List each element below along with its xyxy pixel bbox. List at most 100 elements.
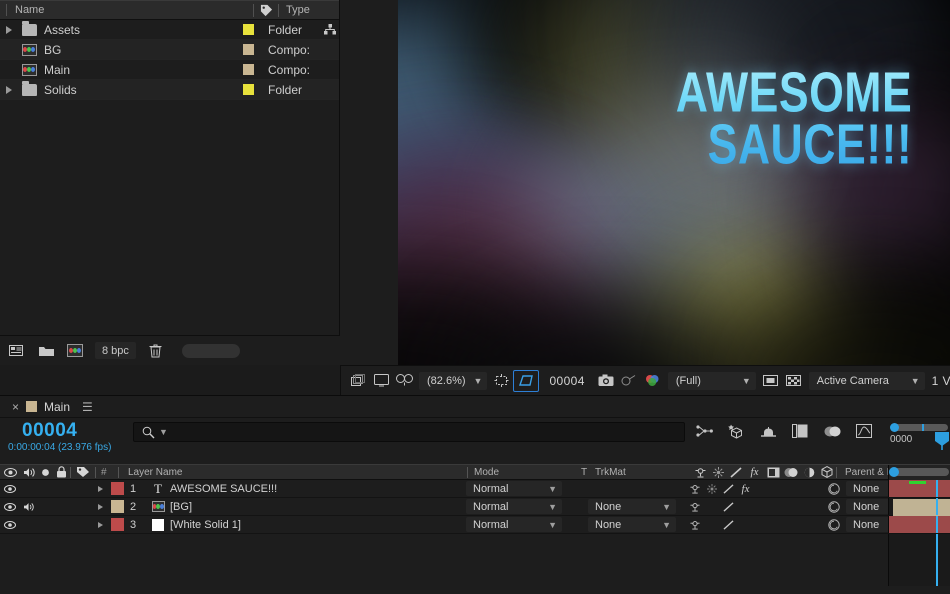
layer-audio-toggle[interactable] <box>20 480 38 497</box>
3d-glasses-icon[interactable] <box>393 369 416 393</box>
3d-layer-icon[interactable] <box>818 465 836 479</box>
layer-label-swatch[interactable] <box>108 480 126 497</box>
composition-canvas[interactable]: AWESOME SAUCE!!! <box>398 0 950 365</box>
layer-effects-switch[interactable]: fx <box>737 480 754 497</box>
column-mode[interactable]: Mode <box>468 465 575 479</box>
project-item-row[interactable]: Main Compo: <box>0 60 339 80</box>
eye-icon[interactable] <box>0 465 20 479</box>
layer-shy-switch[interactable] <box>686 516 703 533</box>
view-layout-value[interactable]: 1 V <box>928 374 950 388</box>
region-of-interest-box-icon[interactable] <box>759 369 782 393</box>
layer-solo-toggle[interactable] <box>38 516 54 533</box>
layer-name[interactable]: [BG] <box>168 498 463 515</box>
layer-label-swatch[interactable] <box>108 516 126 533</box>
timeline-search-field[interactable]: ▼ <box>133 422 685 442</box>
graph-editor-icon[interactable] <box>855 422 873 440</box>
label-color-swatch[interactable] <box>235 24 261 35</box>
column-track-matte-t[interactable]: T <box>575 465 593 479</box>
layer-video-toggle[interactable] <box>0 480 20 497</box>
lock-icon[interactable] <box>52 465 70 479</box>
layer-track-matte-cell[interactable] <box>586 480 686 497</box>
column-name[interactable]: Name <box>6 4 253 16</box>
new-composition-icon[interactable] <box>66 343 84 359</box>
label-color-swatch[interactable] <box>235 84 261 95</box>
timeline-ruler[interactable] <box>888 465 950 481</box>
disclosure-triangle-icon[interactable] <box>0 86 18 94</box>
layer-shy-switch[interactable] <box>686 498 703 515</box>
motion-blur-icon[interactable] <box>782 465 800 479</box>
frame-blending-icon[interactable] <box>791 422 809 440</box>
search-input[interactable] <box>172 426 684 438</box>
close-icon[interactable]: × <box>12 401 19 413</box>
label-color-swatch[interactable] <box>235 44 261 55</box>
camera-snapshot-icon[interactable] <box>595 369 618 393</box>
layer-quality-switch[interactable] <box>720 498 737 515</box>
motion-blur-icon[interactable] <box>823 422 841 440</box>
project-item-row[interactable]: Assets Folder <box>0 20 339 40</box>
layer-mode-dropdown[interactable]: Normal▼ <box>463 498 570 515</box>
interpret-footage-icon[interactable] <box>8 343 26 359</box>
effects-fx-icon[interactable]: fx <box>745 465 764 479</box>
layer-track-area[interactable] <box>888 480 950 497</box>
show-snapshot-icon[interactable] <box>618 369 641 393</box>
column-type[interactable]: Type <box>279 4 339 16</box>
current-time-display[interactable]: 00004 <box>22 420 77 442</box>
layer-track-matte-dropdown[interactable]: None▼ <box>586 516 686 533</box>
layer-duration-bar[interactable] <box>889 516 950 533</box>
parent-pick-whip-icon[interactable] <box>822 480 846 497</box>
layer-video-toggle[interactable] <box>0 516 20 533</box>
layer-lock-toggle[interactable] <box>54 516 70 533</box>
layer-lock-toggle[interactable] <box>54 480 70 497</box>
layer-lock-toggle[interactable] <box>54 498 70 515</box>
solo-dot-icon[interactable] <box>38 465 52 479</box>
column-number[interactable]: # <box>96 465 118 479</box>
layer-quality-switch[interactable] <box>720 516 737 533</box>
layer-track-matte-dropdown[interactable]: None▼ <box>586 498 686 515</box>
resolution-dropdown[interactable]: (Full) ▼ <box>668 372 756 390</box>
column-layer-name[interactable]: Layer Name <box>119 465 467 479</box>
magnification-dropdown[interactable]: (82.6%) ▼ <box>419 372 487 390</box>
region-of-interest-icon[interactable] <box>490 369 513 393</box>
timeline-empty-area[interactable] <box>0 534 950 586</box>
draft-3d-icon[interactable] <box>727 422 745 440</box>
view-camera-dropdown[interactable]: Active Camera ▼ <box>809 372 925 390</box>
layer-disclosure-icon[interactable] <box>92 480 108 497</box>
label-tag-icon[interactable] <box>253 4 279 17</box>
quality-icon[interactable] <box>727 465 745 479</box>
duration-bar[interactable] <box>891 468 949 476</box>
layer-name[interactable]: AWESOME SAUCE!!! <box>168 480 463 497</box>
layer-video-toggle[interactable] <box>0 498 20 515</box>
timeline-tab-label[interactable]: Main <box>44 400 70 414</box>
parent-pick-whip-icon[interactable] <box>822 516 846 533</box>
table-row[interactable]: 1 T AWESOME SAUCE!!! Normal▼ <box>0 480 950 498</box>
project-footer-scroll-pill[interactable] <box>182 344 240 358</box>
grid-and-guides-icon[interactable] <box>513 370 539 392</box>
layer-collapse-switch[interactable] <box>703 480 720 497</box>
layer-audio-toggle[interactable] <box>20 498 38 515</box>
transparency-grid-icon[interactable] <box>782 369 805 393</box>
speaker-icon[interactable] <box>20 465 38 479</box>
collapse-transformations-icon[interactable] <box>709 465 727 479</box>
toggle-transparency-grid-icon[interactable] <box>347 369 370 393</box>
composition-mini-flowchart-icon[interactable] <box>695 422 713 440</box>
layer-track-area[interactable] <box>888 516 950 533</box>
timeline-empty-track-area[interactable] <box>888 534 950 586</box>
layer-label-swatch[interactable] <box>108 498 126 515</box>
monitor-icon[interactable] <box>370 369 393 393</box>
column-track-matte[interactable]: TrkMat <box>593 465 691 479</box>
layer-mode-dropdown[interactable]: Normal▼ <box>463 480 570 497</box>
bit-depth-button[interactable]: 8 bpc <box>95 342 136 359</box>
layer-track-area[interactable] <box>888 498 950 515</box>
show-channel-icon[interactable] <box>641 369 664 393</box>
layer-audio-toggle[interactable] <box>20 516 38 533</box>
disclosure-triangle-icon[interactable] <box>0 26 18 34</box>
shy-icon[interactable] <box>691 465 709 479</box>
current-frame-display[interactable]: 00004 <box>539 374 594 388</box>
table-row[interactable]: 3 [White Solid 1] Normal▼ None▼ <box>0 516 950 534</box>
time-navigator-bar[interactable] <box>892 424 948 431</box>
label-color-swatch[interactable] <box>235 64 261 75</box>
layer-disclosure-icon[interactable] <box>92 498 108 515</box>
layer-solo-toggle[interactable] <box>38 480 54 497</box>
label-tag-icon[interactable] <box>71 465 95 479</box>
parent-pick-whip-icon[interactable] <box>822 498 846 515</box>
